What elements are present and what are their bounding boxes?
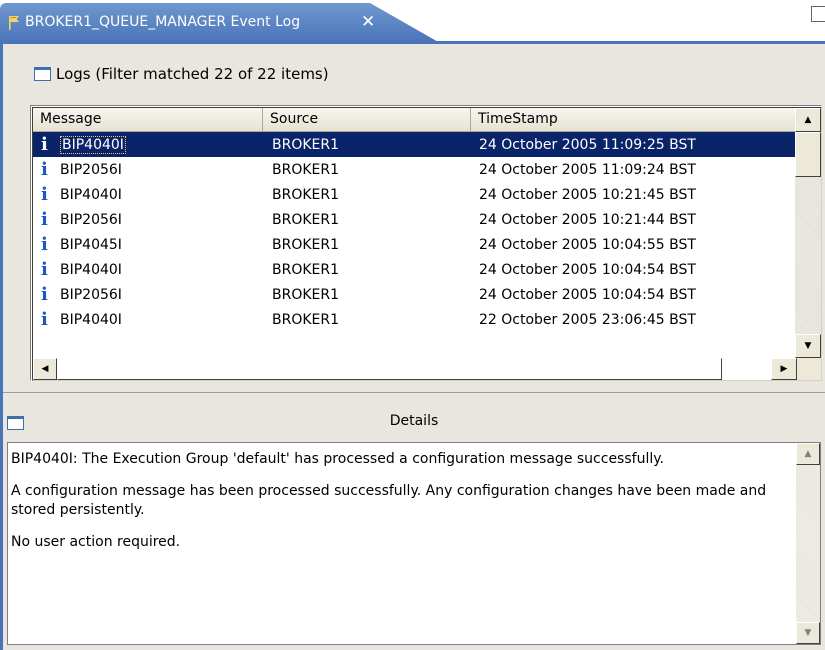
timestamp-cell: 24 October 2005 10:04:55 BST <box>479 236 696 253</box>
log-view-icon <box>34 67 51 81</box>
timestamp-cell: 24 October 2005 10:04:54 BST <box>479 286 696 303</box>
timestamp-cell: 24 October 2005 11:09:24 BST <box>479 161 696 178</box>
pane-splitter[interactable] <box>3 392 825 398</box>
table-row[interactable]: i BIP4040I BROKER1 24 October 2005 10:04:… <box>33 257 797 282</box>
message-cell: i BIP4040I <box>33 186 263 204</box>
table-row[interactable]: i BIP4040I BROKER1 24 October 2005 11:09:… <box>33 132 797 157</box>
scroll-down-button[interactable]: ▼ <box>795 334 821 358</box>
table-row[interactable]: i BIP4045I BROKER1 24 October 2005 10:04:… <box>33 232 797 257</box>
table-header: Message Source TimeStamp <box>33 108 797 132</box>
info-icon: i <box>41 235 48 254</box>
tab-title: BROKER1_QUEUE_MANAGER Event Log <box>25 14 301 30</box>
vertical-scrollbar[interactable]: ▲ ▼ <box>795 108 821 358</box>
details-paragraph: BIP4040I: The Execution Group 'default' … <box>11 451 664 467</box>
message-cell: i BIP4045I <box>33 236 263 254</box>
info-icon: i <box>41 135 48 154</box>
message-cell: i BIP4040I <box>33 261 263 279</box>
table-row[interactable]: i BIP2056I BROKER1 24 October 2005 11:09:… <box>33 157 797 182</box>
source-cell: BROKER1 <box>272 261 340 278</box>
flag-icon <box>9 16 19 30</box>
source-cell: BROKER1 <box>272 161 340 178</box>
message-cell: i BIP2056I <box>33 211 263 229</box>
message-cell: i BIP4040I <box>33 311 263 329</box>
table-row[interactable]: i BIP2056I BROKER1 24 October 2005 10:04:… <box>33 282 797 307</box>
message-text: BIP4040I <box>60 261 122 278</box>
source-cell: BROKER1 <box>272 136 340 153</box>
details-scroll-up-button[interactable]: ▲ <box>796 443 820 465</box>
details-vertical-scrollbar[interactable]: ▲ ▼ <box>796 443 820 644</box>
table-row[interactable]: i BIP2056I BROKER1 24 October 2005 10:21:… <box>33 207 797 232</box>
source-cell: BROKER1 <box>272 311 340 328</box>
message-text: BIP2056I <box>60 161 122 178</box>
scroll-left-button[interactable]: ◀ <box>33 358 57 380</box>
timestamp-cell: 24 October 2005 10:04:54 BST <box>479 261 696 278</box>
column-header-message[interactable]: Message <box>33 108 263 132</box>
timestamp-cell: 24 October 2005 10:21:44 BST <box>479 211 696 228</box>
scroll-up-button[interactable]: ▲ <box>795 108 821 132</box>
message-text: BIP4040I <box>60 186 122 203</box>
timestamp-cell: 24 October 2005 10:21:45 BST <box>479 186 696 203</box>
message-text: BIP2056I <box>60 286 122 303</box>
vertical-scroll-thumb[interactable] <box>795 132 821 177</box>
info-icon: i <box>41 210 48 229</box>
message-cell: i BIP2056I <box>33 161 263 179</box>
details-paragraph: No user action required. <box>11 534 181 550</box>
scrollbar-corner <box>797 358 821 380</box>
message-cell: i BIP4040I <box>33 135 263 154</box>
source-cell: BROKER1 <box>272 236 340 253</box>
details-paragraph: A configuration message has been process… <box>11 483 767 518</box>
details-text: BIP4040I: The Execution Group 'default' … <box>11 450 791 565</box>
details-scroll-down-button[interactable]: ▼ <box>796 622 820 644</box>
info-icon: i <box>41 310 48 329</box>
table-row[interactable]: i BIP4040I BROKER1 24 October 2005 10:21:… <box>33 182 797 207</box>
scroll-right-button[interactable]: ▶ <box>771 358 797 380</box>
message-text: BIP2056I <box>60 211 122 228</box>
logs-filter-label: Logs (Filter matched 22 of 22 items) <box>56 65 329 83</box>
close-icon[interactable]: ✕ <box>361 12 375 32</box>
table-row[interactable]: i BIP4040I BROKER1 22 October 2005 23:06:… <box>33 307 797 332</box>
message-cell: i BIP2056I <box>33 286 263 304</box>
column-header-source[interactable]: Source <box>263 108 471 132</box>
details-title: Details <box>389 413 439 429</box>
timestamp-cell: 22 October 2005 23:06:45 BST <box>479 311 696 328</box>
message-text: BIP4040I <box>60 135 126 154</box>
source-cell: BROKER1 <box>272 186 340 203</box>
message-text: BIP4040I <box>60 311 122 328</box>
horizontal-scroll-thumb[interactable] <box>57 358 722 380</box>
source-cell: BROKER1 <box>272 211 340 228</box>
info-icon: i <box>41 160 48 179</box>
horizontal-scrollbar[interactable]: ◀ ▶ <box>33 358 821 380</box>
timestamp-cell: 24 October 2005 11:09:25 BST <box>479 136 696 153</box>
info-icon: i <box>41 285 48 304</box>
column-header-timestamp[interactable]: TimeStamp <box>471 108 797 132</box>
logs-table-viewport: Message Source TimeStamp i BIP4040I BROKE… <box>32 107 822 381</box>
info-icon: i <box>41 185 48 204</box>
details-pane: Details BIP4040I: The Execution Group 'd… <box>3 400 825 650</box>
view-body: Logs (Filter matched 22 of 22 items) Mes… <box>0 44 825 650</box>
details-text-area[interactable]: BIP4040I: The Execution Group 'default' … <box>7 442 821 645</box>
editor-tabstrip: BROKER1_QUEUE_MANAGER Event Log ✕ <box>0 0 825 44</box>
maximize-icon[interactable] <box>811 6 825 22</box>
info-icon: i <box>41 260 48 279</box>
message-text: BIP4045I <box>60 236 122 253</box>
source-cell: BROKER1 <box>272 286 340 303</box>
tab-event-log[interactable]: BROKER1_QUEUE_MANAGER Event Log ✕ <box>0 3 440 43</box>
logs-table: Message Source TimeStamp i BIP4040I BROKE… <box>30 105 822 381</box>
table-rows: i BIP4040I BROKER1 24 October 2005 11:09:… <box>33 132 797 332</box>
